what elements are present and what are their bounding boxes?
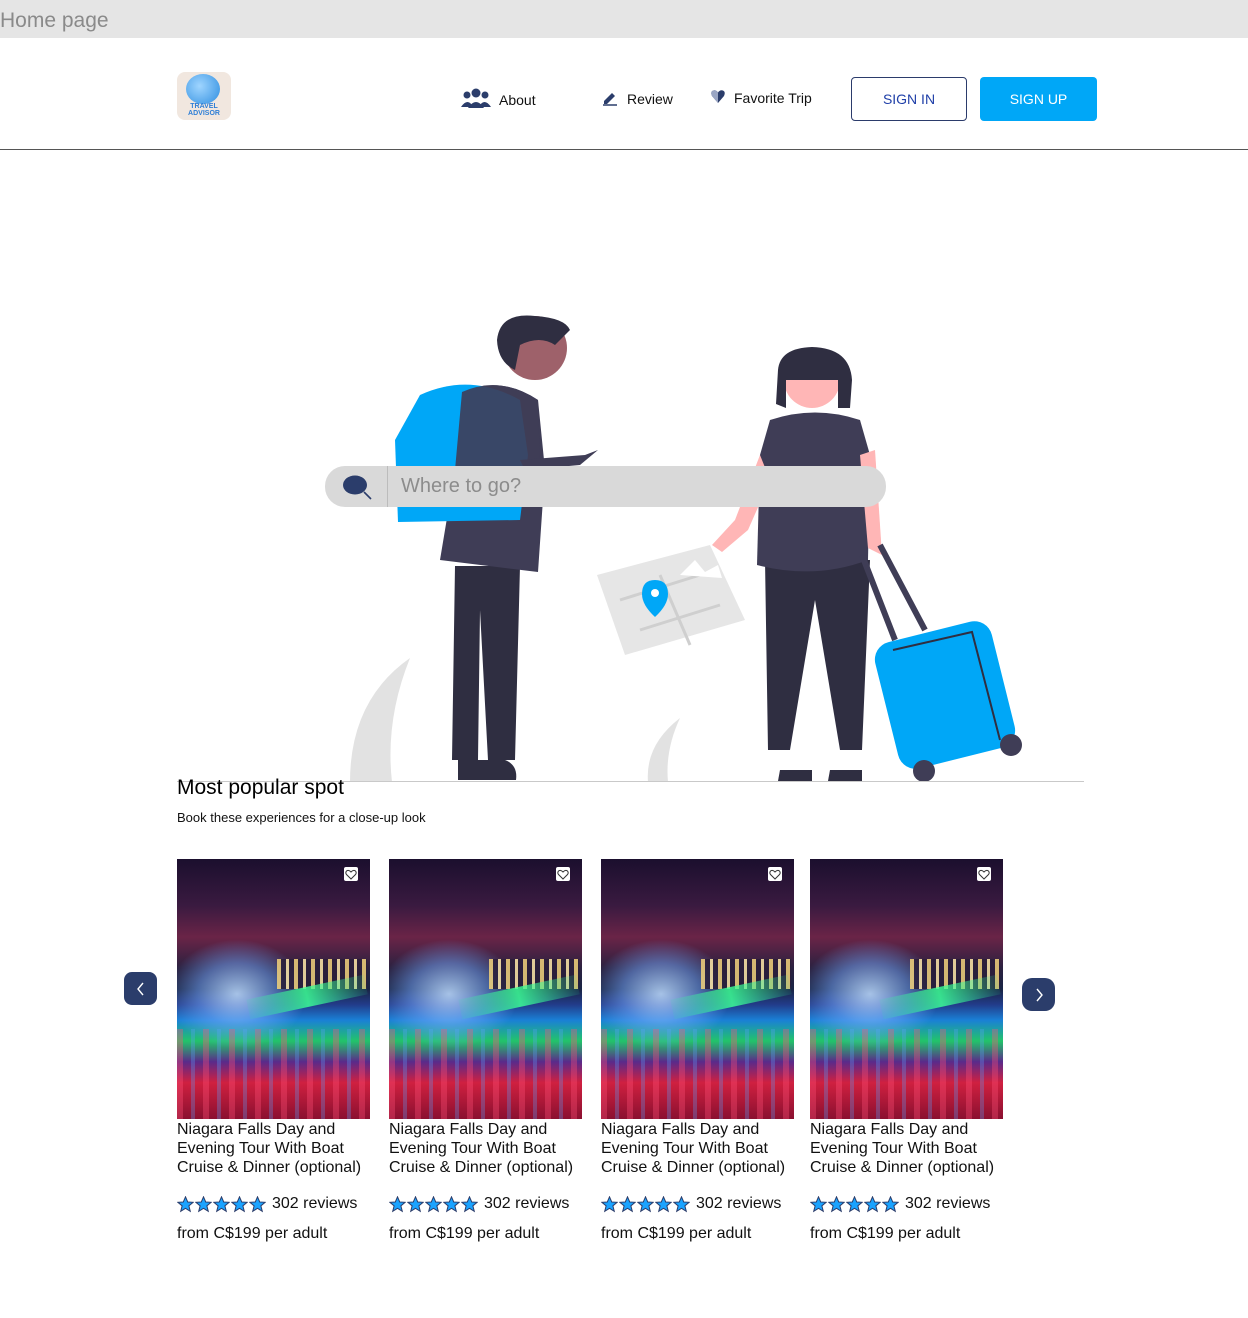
tour-price: from C$199 per adult bbox=[601, 1225, 752, 1242]
heart-icon bbox=[710, 88, 726, 107]
sign-in-button[interactable]: SIGN IN bbox=[851, 77, 967, 121]
star-icon bbox=[864, 1195, 881, 1212]
review-count[interactable]: 302 reviews bbox=[272, 1195, 357, 1213]
star-icon bbox=[810, 1195, 827, 1212]
star-icon bbox=[601, 1195, 618, 1212]
search-bar bbox=[325, 466, 886, 507]
favorite-heart-icon[interactable] bbox=[977, 867, 991, 881]
tour-photo bbox=[810, 859, 1003, 1119]
nav-favorite-trip[interactable]: Favorite Trip bbox=[710, 88, 812, 107]
tour-title[interactable]: Niagara Falls Day and Evening Tour With … bbox=[601, 1120, 801, 1177]
logo[interactable]: TRAVEL ADVISOR bbox=[177, 72, 231, 120]
star-icon bbox=[213, 1195, 230, 1212]
tour-title[interactable]: Niagara Falls Day and Evening Tour With … bbox=[177, 1120, 377, 1177]
tour-card[interactable]: Niagara Falls Day and Evening Tour With … bbox=[810, 859, 1004, 1243]
section-title: Most popular spot bbox=[177, 776, 344, 799]
star-icon bbox=[637, 1195, 654, 1212]
star-rating bbox=[177, 1195, 266, 1213]
star-icon bbox=[389, 1195, 406, 1212]
favorite-heart-icon[interactable] bbox=[556, 867, 570, 881]
tour-rating: 302 reviews bbox=[810, 1194, 1004, 1214]
nav-about-label: About bbox=[499, 91, 536, 108]
hero-illustration bbox=[350, 315, 1022, 782]
star-icon bbox=[425, 1195, 442, 1212]
star-rating bbox=[810, 1195, 899, 1213]
tour-card[interactable]: Niagara Falls Day and Evening Tour With … bbox=[601, 859, 795, 1243]
frame-label: Home page bbox=[0, 0, 1248, 38]
tour-title[interactable]: Niagara Falls Day and Evening Tour With … bbox=[810, 1120, 1010, 1177]
review-count[interactable]: 302 reviews bbox=[484, 1195, 569, 1213]
pencil-icon bbox=[601, 88, 619, 109]
nav-about[interactable]: About bbox=[461, 88, 536, 111]
search-icon bbox=[343, 475, 372, 500]
tour-price: from C$199 per adult bbox=[810, 1225, 961, 1242]
nav-review[interactable]: Review bbox=[601, 88, 673, 109]
star-icon bbox=[655, 1195, 672, 1212]
star-icon bbox=[249, 1195, 266, 1212]
star-icon bbox=[443, 1195, 460, 1212]
star-icon bbox=[231, 1195, 248, 1212]
sign-up-button[interactable]: SIGN UP bbox=[980, 77, 1097, 121]
star-icon bbox=[461, 1195, 478, 1212]
nav-divider bbox=[0, 149, 1248, 150]
chevron-right-icon bbox=[1035, 988, 1043, 1001]
globe-icon bbox=[186, 74, 220, 104]
tour-photo bbox=[601, 859, 794, 1119]
users-icon bbox=[461, 88, 491, 111]
logo-text: TRAVEL ADVISOR bbox=[177, 103, 231, 117]
review-count[interactable]: 302 reviews bbox=[905, 1195, 990, 1213]
tour-photo bbox=[177, 859, 370, 1119]
review-count[interactable]: 302 reviews bbox=[696, 1195, 781, 1213]
star-icon bbox=[882, 1195, 899, 1212]
star-icon bbox=[177, 1195, 194, 1212]
section-subtitle: Book these experiences for a close-up lo… bbox=[177, 810, 426, 825]
chevron-left-icon bbox=[136, 982, 144, 995]
favorite-heart-icon[interactable] bbox=[344, 867, 358, 881]
star-icon bbox=[195, 1195, 212, 1212]
logo-text-line2: ADVISOR bbox=[188, 110, 220, 117]
star-icon bbox=[407, 1195, 424, 1212]
nav-favorite-trip-label: Favorite Trip bbox=[734, 89, 812, 106]
tour-card[interactable]: Niagara Falls Day and Evening Tour With … bbox=[177, 859, 371, 1243]
tour-photo bbox=[389, 859, 582, 1119]
tour-rating: 302 reviews bbox=[177, 1194, 371, 1214]
tour-title[interactable]: Niagara Falls Day and Evening Tour With … bbox=[389, 1120, 589, 1177]
star-icon bbox=[619, 1195, 636, 1212]
tour-card[interactable]: Niagara Falls Day and Evening Tour With … bbox=[389, 859, 583, 1243]
search-input[interactable] bbox=[388, 466, 886, 507]
star-rating bbox=[601, 1195, 690, 1213]
logo-text-line1: TRAVEL bbox=[190, 103, 218, 110]
star-icon bbox=[828, 1195, 845, 1212]
favorite-heart-icon[interactable] bbox=[768, 867, 782, 881]
tour-rating: 302 reviews bbox=[601, 1194, 795, 1214]
carousel-prev-button[interactable] bbox=[124, 972, 157, 1005]
carousel-next-button[interactable] bbox=[1022, 978, 1055, 1011]
tour-price: from C$199 per adult bbox=[389, 1225, 540, 1242]
nav-review-label: Review bbox=[627, 90, 673, 107]
star-icon bbox=[846, 1195, 863, 1212]
tour-price: from C$199 per adult bbox=[177, 1225, 328, 1242]
tour-rating: 302 reviews bbox=[389, 1194, 583, 1214]
star-icon bbox=[673, 1195, 690, 1212]
star-rating bbox=[389, 1195, 478, 1213]
search-button[interactable] bbox=[325, 466, 387, 507]
